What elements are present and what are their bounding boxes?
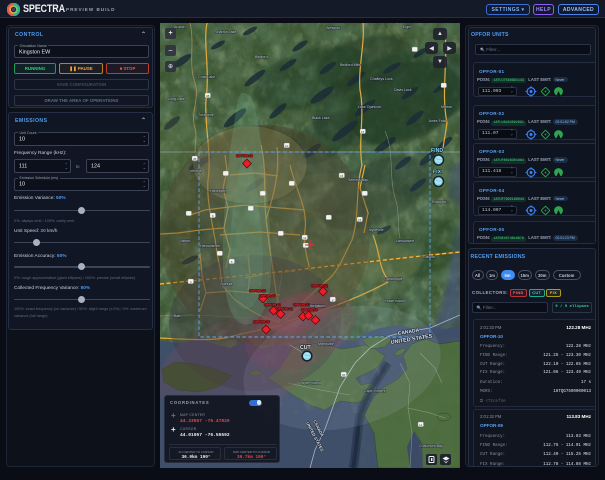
svg-text:Morton: Morton xyxy=(441,105,452,109)
svg-text:Wolfe Island: Wolfe Island xyxy=(301,381,321,385)
svg-text:Black Lake: Black Lake xyxy=(312,116,330,120)
svg-text:OPFOR-09: OPFOR-09 xyxy=(301,308,318,312)
svg-text:OPFOR-05: OPFOR-05 xyxy=(249,289,266,293)
svg-text:FIND: FIND xyxy=(431,148,443,154)
svg-text:Bedford Mills: Bedford Mills xyxy=(340,63,361,67)
svg-text:Clayton: Clayton xyxy=(423,255,435,259)
svg-text:Seeleys Bay: Seeleys Bay xyxy=(348,178,368,182)
svg-text:Chaffeys Lock: Chaffeys Lock xyxy=(370,77,393,81)
svg-text:Cape Vincent: Cape Vincent xyxy=(364,389,386,393)
svg-text:15: 15 xyxy=(358,218,362,222)
svg-text:38: 38 xyxy=(206,94,210,98)
svg-text:15: 15 xyxy=(361,130,365,134)
svg-text:Jones Falls: Jones Falls xyxy=(428,119,446,123)
svg-text:OPFOR-01: OPFOR-01 xyxy=(276,307,293,311)
svg-text:OPFOR-04: OPFOR-04 xyxy=(259,294,277,298)
svg-text:Joyceville: Joyceville xyxy=(368,228,384,232)
svg-text:38: 38 xyxy=(193,157,197,161)
svg-text:Elgin: Elgin xyxy=(403,25,411,29)
svg-text:Crow Lake: Crow Lake xyxy=(198,75,215,79)
svg-text:12: 12 xyxy=(419,423,423,427)
svg-text:Hartington: Hartington xyxy=(210,189,227,193)
svg-text:Davis Lock: Davis Lock xyxy=(394,88,412,92)
svg-text:CUT: CUT xyxy=(300,345,311,351)
svg-text:OPFOR-07: OPFOR-07 xyxy=(293,303,310,307)
svg-text:Long Lake: Long Lake xyxy=(168,97,185,101)
svg-text:Marysville: Marysville xyxy=(318,342,334,346)
svg-text:Tichborne: Tichborne xyxy=(198,113,214,117)
svg-text:Odessa: Odessa xyxy=(220,282,232,286)
svg-text:OPFOR-02: OPFOR-02 xyxy=(311,284,328,288)
svg-text:Chaumont Bay: Chaumont Bay xyxy=(419,444,443,448)
svg-text:15: 15 xyxy=(340,174,344,178)
svg-text:Westport: Westport xyxy=(326,26,340,30)
svg-text:Sharbot Lake: Sharbot Lake xyxy=(215,30,236,34)
svg-text:Lake Opinicon: Lake Opinicon xyxy=(358,105,381,109)
svg-text:Yarker: Yarker xyxy=(180,239,191,243)
svg-text:Verona: Verona xyxy=(190,169,201,173)
svg-text:11: 11 xyxy=(303,236,306,240)
svg-text:Howe Island: Howe Island xyxy=(385,299,405,303)
svg-text:Gananoque: Gananoque xyxy=(384,277,403,281)
svg-text:OPFOR-06: OPFOR-06 xyxy=(253,320,270,324)
svg-text:Bath: Bath xyxy=(174,314,181,318)
svg-text:OPFOR-08: OPFOR-08 xyxy=(236,154,253,158)
svg-text:Lansdowne: Lansdowne xyxy=(396,239,414,243)
svg-text:10: 10 xyxy=(285,144,289,148)
svg-text:FIX: FIX xyxy=(433,170,442,176)
svg-text:95: 95 xyxy=(342,373,346,377)
svg-text:Harrowsmith: Harrowsmith xyxy=(200,244,220,248)
svg-text:Bedford: Bedford xyxy=(255,55,268,59)
svg-text:Rockport: Rockport xyxy=(432,200,446,204)
